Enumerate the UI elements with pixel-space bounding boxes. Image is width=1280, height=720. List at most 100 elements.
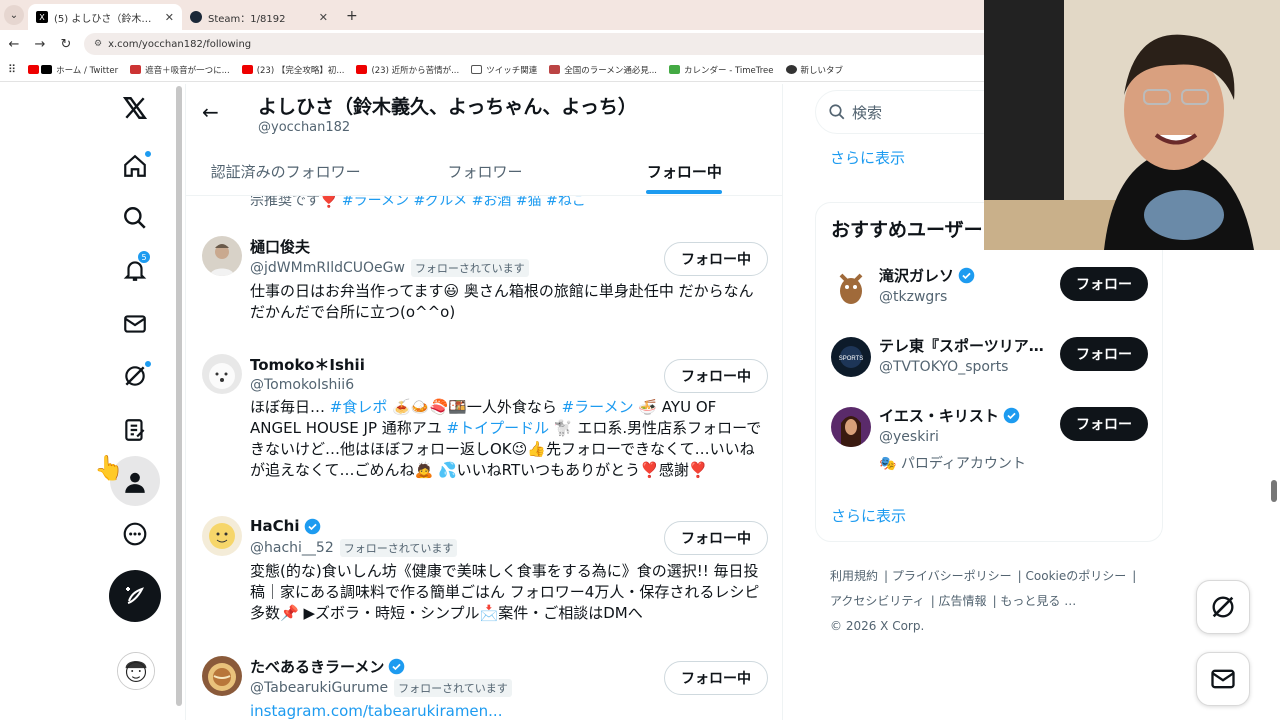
- parody-label: 🎭 パロディアカウント: [879, 456, 1026, 472]
- mail-icon: [1211, 669, 1235, 689]
- user-bio: 仕事の日はお弁当作ってます😃 奥さん箱根の旅館に単身赴任中 だからなんだかんだで…: [250, 282, 754, 321]
- hand-cursor-icon: 👆: [94, 454, 124, 482]
- grok-unread-dot: [144, 360, 152, 368]
- footer-link[interactable]: 利用規約: [830, 569, 878, 583]
- grok-floating-button[interactable]: [1196, 580, 1250, 634]
- browser-tab[interactable]: Steam：1/8192 ✕: [182, 4, 336, 30]
- browser-tab-active[interactable]: X (5) よしひさ（鈴木義久、よっちゃ ✕: [28, 4, 182, 30]
- url-input[interactable]: ⚙ x.com/yocchan182/following: [84, 33, 1024, 55]
- apps-grid-icon[interactable]: ⠿: [8, 63, 16, 76]
- site-info-icon[interactable]: ⚙: [94, 39, 102, 49]
- user-handle: @tkzwgrs: [879, 289, 948, 305]
- following-button[interactable]: フォロー中: [664, 661, 768, 695]
- explore-search-icon[interactable]: [100, 198, 170, 238]
- footer-link[interactable]: もっと見る …: [1000, 594, 1076, 608]
- back-arrow-icon[interactable]: ←: [202, 100, 219, 124]
- footer-link[interactable]: 広告情報: [939, 594, 987, 608]
- notifications-badge: 5: [137, 250, 151, 264]
- tab-following[interactable]: フォロー中: [585, 146, 782, 196]
- tab-search-menu-button[interactable]: ⌄: [4, 5, 24, 25]
- compose-post-button[interactable]: [109, 570, 161, 622]
- bookmark-item[interactable]: カレンダー - TimeTree: [669, 64, 774, 76]
- compose-feather-icon: [126, 587, 144, 604]
- messages-mail-icon[interactable]: [100, 304, 170, 344]
- footer-link[interactable]: アクセシビリティ: [830, 594, 925, 608]
- user-avatar[interactable]: [202, 516, 242, 556]
- user-handle: @TabearukiGurume: [250, 680, 389, 696]
- tab-close-icon[interactable]: ✕: [165, 11, 174, 24]
- verified-badge-icon: [1003, 407, 1020, 424]
- verified-badge-icon: [304, 518, 320, 534]
- window-scrollbar-thumb[interactable]: [1271, 480, 1277, 502]
- bookmark-folder[interactable]: ツイッチ関連: [471, 64, 537, 76]
- follow-button[interactable]: フォロー: [1060, 267, 1148, 301]
- suggested-user[interactable]: 滝沢ガレソ @tkzwgrs フォロー: [831, 267, 1151, 327]
- card-title: おすすめユーザー: [831, 219, 983, 241]
- home-unread-dot: [144, 150, 152, 158]
- user-name: テレ東『スポーツリア…: [879, 337, 1044, 355]
- bookmark-item[interactable]: 新しいタブ: [785, 64, 843, 76]
- user-avatar[interactable]: [202, 656, 242, 696]
- following-button[interactable]: フォロー中: [664, 359, 768, 393]
- notifications-bell-icon[interactable]: 5: [100, 250, 170, 290]
- lists-icon[interactable]: [100, 410, 170, 450]
- more-options-icon[interactable]: [100, 514, 170, 554]
- main-column: ← よしひさ（鈴木義久、よっちゃん、よっち） @yocchan182 認証済みの…: [185, 84, 783, 720]
- streamer-video: [984, 0, 1280, 250]
- following-button[interactable]: フォロー中: [664, 521, 768, 555]
- list-item[interactable]: HaChi @hachi__52 フォローされています 変態(的な)食いしん坊《健…: [186, 516, 782, 624]
- grok-icon[interactable]: [100, 356, 170, 396]
- new-tab-button[interactable]: +: [346, 8, 358, 24]
- home-icon[interactable]: [100, 146, 170, 186]
- user-name: イエス・キリスト: [879, 407, 999, 425]
- page-handle: @yocchan182: [258, 120, 351, 135]
- show-more-link[interactable]: さらに表示: [831, 505, 906, 526]
- reload-icon[interactable]: ↻: [54, 37, 78, 52]
- bookmark-item[interactable]: (23) 【完全攻略】初...: [241, 64, 344, 76]
- back-arrow-icon[interactable]: ←: [2, 37, 26, 52]
- following-button[interactable]: フォロー中: [664, 242, 768, 276]
- bookmark-item[interactable]: (23) 近所から苦情が...: [356, 64, 459, 76]
- list-item[interactable]: Tomoko＊Ishii @TomokoIshii6 ほぼ毎日… #食レポ 🍝🍛…: [186, 354, 782, 481]
- follow-button[interactable]: フォロー: [1060, 407, 1148, 441]
- follow-button[interactable]: フォロー: [1060, 337, 1148, 371]
- user-avatar[interactable]: [831, 407, 871, 447]
- messages-floating-button[interactable]: [1196, 652, 1250, 706]
- list-item[interactable]: たべあるきラーメン @TabearukiGurume フォローされています ins…: [186, 656, 782, 720]
- list-item[interactable]: 樋口俊夫 @jdWMmRIldCUOeGw フォローされています 仕事の日はお弁当…: [186, 236, 782, 323]
- x-favicon: X: [36, 11, 48, 23]
- webcam-overlay: [984, 0, 1280, 250]
- tab-verified-followers[interactable]: 認証済みのフォロワー: [186, 146, 385, 196]
- follows-you-badge: フォローされています: [394, 679, 512, 697]
- account-avatar[interactable]: [117, 652, 155, 690]
- suggested-user[interactable]: SPORTS テレ東『スポーツリア… @TVTOKYO_sports フォロー: [831, 337, 1151, 397]
- user-link[interactable]: instagram.com/tabearukiramen...: [250, 702, 502, 720]
- bookmark-item[interactable]: 全国のラーメン通必見...: [549, 64, 657, 76]
- user-avatar[interactable]: [202, 354, 242, 394]
- user-avatar[interactable]: [202, 236, 242, 276]
- suggested-user[interactable]: イエス・キリスト @yeskiri 🎭 パロディアカウント フォロー: [831, 407, 1151, 472]
- screen: { "browser": { "tabs": [ {"label": "(5) …: [0, 0, 1280, 720]
- show-more-link[interactable]: さらに表示: [830, 147, 905, 168]
- left-navigation: 5 👆: [94, 84, 175, 720]
- svg-text:SPORTS: SPORTS: [839, 356, 864, 362]
- x-logo-icon[interactable]: [100, 88, 170, 128]
- page-title: よしひさ（鈴木義久、よっちゃん、よっち）: [258, 96, 637, 118]
- footer-link[interactable]: Cookieのポリシー: [1026, 569, 1127, 583]
- tab-followers[interactable]: フォロワー: [385, 146, 584, 196]
- user-name: HaChi: [250, 517, 300, 535]
- search-placeholder: 検索: [852, 103, 883, 122]
- forward-arrow-icon[interactable]: →: [28, 37, 52, 52]
- user-avatar[interactable]: [831, 267, 871, 307]
- follows-you-badge: フォローされています: [339, 539, 458, 557]
- page-scrollbar[interactable]: [176, 86, 182, 706]
- footer-link[interactable]: プライバシーポリシー: [892, 569, 1012, 583]
- user-bio: ほぼ毎日… #食レポ 🍝🍛🍣🍱一人外食なら #ラーメン 🍜 AYU OF ANG…: [250, 398, 762, 479]
- bookmark-item[interactable]: 遮音＋吸音が一つに...: [130, 64, 230, 76]
- user-handle: @TVTOKYO_sports: [879, 359, 1009, 375]
- user-avatar[interactable]: SPORTS: [831, 337, 871, 377]
- bookmark-item[interactable]: ホーム / Twitter: [28, 64, 118, 76]
- follows-you-badge: フォローされています: [410, 259, 529, 277]
- user-bio: 変態(的な)食いしん坊《健康で美味しく食事をする為に》食の選択!! 毎日投稿｜家…: [250, 562, 760, 622]
- tab-close-icon[interactable]: ✕: [319, 11, 328, 24]
